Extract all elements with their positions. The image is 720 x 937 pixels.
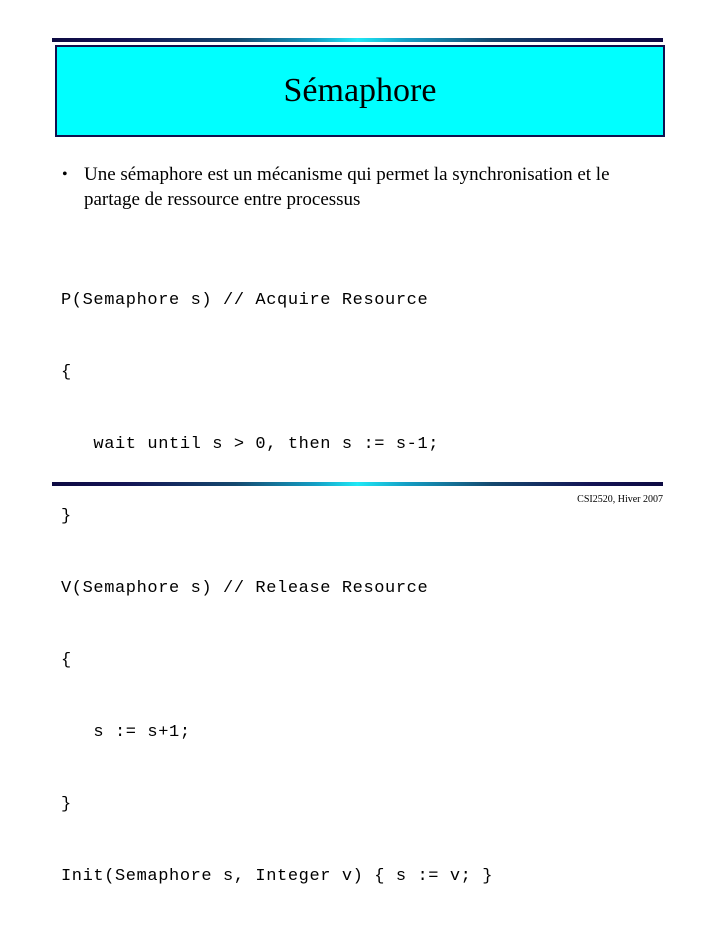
code-line: P(Semaphore s) // Acquire Resource — [61, 291, 429, 310]
bullet-item-text: Une sémaphore est un mécanisme qui perme… — [84, 164, 610, 210]
code-line: } — [61, 795, 72, 814]
page-title: Sémaphore — [283, 72, 437, 109]
list-item: • Une sémaphore est un mécanisme qui per… — [58, 162, 678, 212]
slide-footer: CSI2520, Hiver 2007 — [577, 494, 663, 505]
bullet-point-icon: • — [62, 166, 68, 183]
title-box: Sémaphore — [55, 45, 665, 137]
bottom-accent-rule — [52, 482, 663, 486]
code-line: V(Semaphore s) // Release Resource — [61, 579, 429, 598]
code-line: Init(Semaphore s, Integer v) { s := v; } — [61, 867, 494, 886]
top-accent-rule — [52, 38, 663, 42]
bullet-list: • Une sémaphore est un mécanisme qui per… — [58, 162, 678, 212]
code-line: { — [61, 651, 72, 670]
code-line: } — [61, 507, 72, 526]
code-block: P(Semaphore s) // Acquire Resource { wai… — [61, 241, 493, 937]
code-line: { — [61, 363, 72, 382]
code-line: s := s+1; — [61, 723, 191, 742]
slide-canvas: Sémaphore • Une sémaphore est un mécanis… — [0, 0, 720, 886]
code-line: wait until s > 0, then s := s-1; — [61, 435, 440, 454]
